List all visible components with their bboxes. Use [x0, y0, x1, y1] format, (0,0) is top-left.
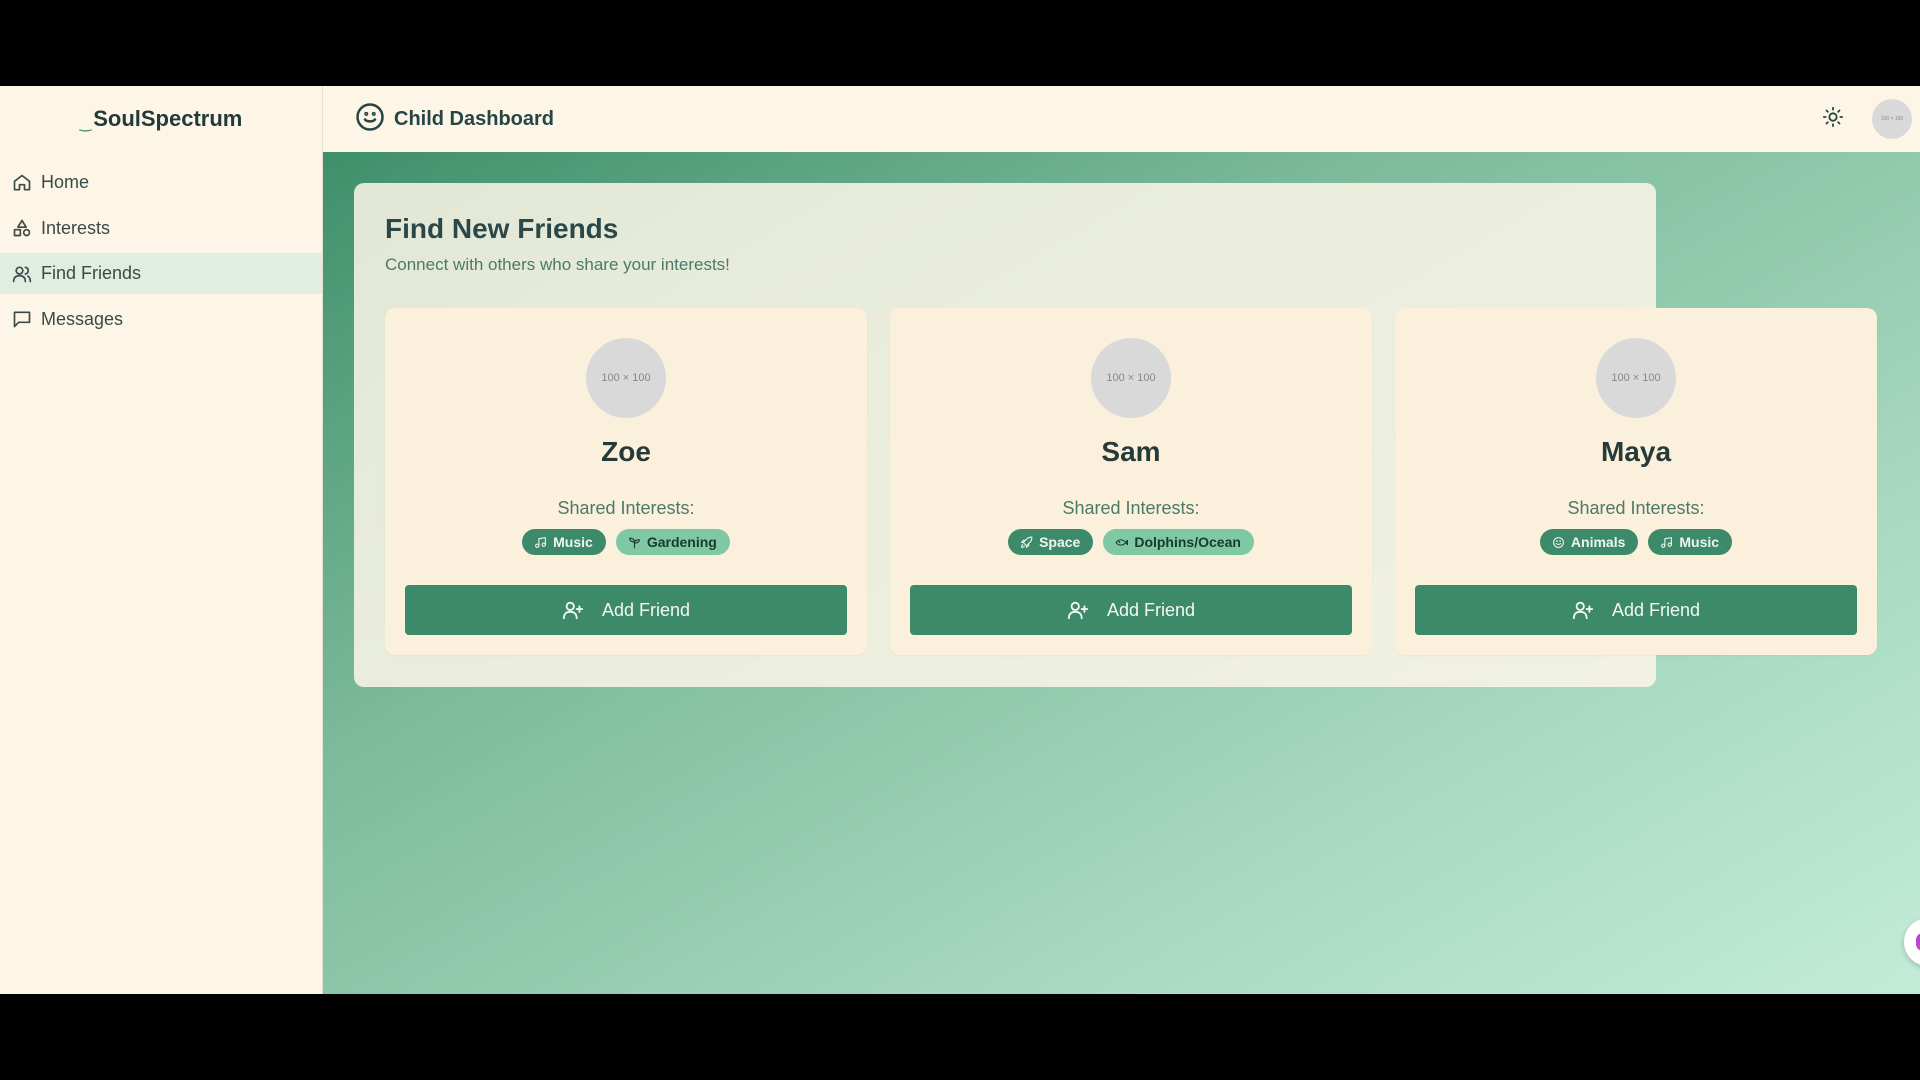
- friend-avatar: 100 × 100: [1091, 338, 1171, 418]
- smile-icon: [355, 102, 385, 137]
- assistant-bubble-icon[interactable]: [1904, 918, 1920, 966]
- page-title: Child Dashboard: [394, 107, 555, 130]
- sidebar-item-label: Interests: [41, 217, 111, 238]
- shapes-icon: [13, 219, 31, 237]
- interest-tag: Dolphins/Ocean: [1103, 529, 1254, 555]
- app-name: SoulSpectrum: [93, 106, 243, 131]
- avatar-placeholder-text: 100 × 100: [1106, 372, 1156, 384]
- shared-interests-label: Shared Interests:: [557, 498, 695, 518]
- friend-avatar: 100 × 100: [1596, 338, 1676, 418]
- avatar-placeholder-text: 100 × 100: [1611, 372, 1661, 384]
- friend-name: Sam: [1101, 436, 1161, 467]
- avatar-placeholder-text: 100 × 100: [601, 372, 651, 384]
- interest-tag: Gardening: [615, 529, 730, 555]
- add-friend-button[interactable]: Add Friend: [910, 585, 1352, 635]
- app-window: ‿ SoulSpectrum Home Interests Find Frien…: [0, 86, 1920, 994]
- user-plus-icon: [1067, 601, 1089, 620]
- interest-tags: Music Gardening: [522, 529, 730, 555]
- sidebar-item-home[interactable]: Home: [0, 162, 322, 203]
- home-icon: [13, 174, 31, 190]
- logo-mark-icon: ‿: [79, 114, 92, 131]
- sidebar-item-messages[interactable]: Messages: [0, 299, 322, 340]
- section-title: Find New Friends: [385, 213, 619, 244]
- theme-toggle-sun-icon[interactable]: [1822, 106, 1844, 133]
- users-icon: [12, 266, 32, 282]
- fish-icon: [1115, 538, 1129, 546]
- interest-tag: Space: [1008, 529, 1094, 555]
- add-friend-button[interactable]: Add Friend: [1415, 585, 1857, 635]
- shared-interests-label: Shared Interests:: [1062, 498, 1200, 518]
- interest-tag: Music: [1648, 529, 1733, 555]
- sidebar-nav: Home Interests Find Friends Messages: [0, 162, 322, 340]
- user-avatar[interactable]: 100 × 100: [1872, 99, 1912, 139]
- friend-card: 100 × 100 Maya Shared Interests: Animals: [1395, 308, 1877, 655]
- user-plus-icon: [1572, 601, 1594, 620]
- add-friend-button[interactable]: Add Friend: [405, 585, 847, 635]
- rocket-icon: [1021, 536, 1033, 548]
- logo[interactable]: ‿ SoulSpectrum: [0, 86, 322, 152]
- find-friends-panel: Find New Friends Connect with others who…: [354, 183, 1877, 687]
- interest-tags: Animals Music: [1539, 529, 1733, 555]
- interest-tag: Animals: [1539, 529, 1639, 555]
- user-plus-icon: [562, 601, 584, 620]
- friend-card: 100 × 100 Zoe Shared Interests: Music Ga…: [385, 308, 867, 655]
- topbar: Child Dashboard 100 × 100: [323, 86, 1920, 152]
- sidebar-item-label: Messages: [41, 308, 124, 329]
- sidebar: ‿ SoulSpectrum Home Interests Find Frien…: [0, 86, 323, 994]
- main-area: Child Dashboard 100 × 100 Find New Frien…: [323, 86, 1920, 994]
- shared-interests-label: Shared Interests:: [1567, 498, 1705, 518]
- interest-tags: Space Dolphins/Ocean: [1008, 529, 1254, 555]
- friend-name: Zoe: [601, 436, 651, 467]
- friend-cards: 100 × 100 Zoe Shared Interests: Music Ga…: [385, 308, 1877, 655]
- sidebar-item-find-friends[interactable]: Find Friends: [0, 253, 322, 294]
- sidebar-item-interests[interactable]: Interests: [0, 208, 322, 249]
- friend-card: 100 × 100 Sam Shared Interests: Space Do…: [890, 308, 1372, 655]
- sprout-icon: [628, 537, 640, 548]
- avatar-placeholder-text: 100 × 100: [1880, 116, 1904, 122]
- music-note-icon: [535, 536, 547, 548]
- paw-icon: [1553, 536, 1564, 548]
- sidebar-item-label: Home: [41, 172, 90, 192]
- content-area: Find New Friends Connect with others who…: [323, 152, 1920, 994]
- sidebar-item-label: Find Friends: [41, 263, 142, 283]
- friend-name: Maya: [1600, 436, 1672, 467]
- message-square-icon: [13, 311, 31, 328]
- interest-tag: Music: [522, 529, 606, 555]
- friend-avatar: 100 × 100: [586, 338, 666, 418]
- section-subtitle: Connect with others who share your inter…: [385, 255, 730, 274]
- music-note-icon: [1661, 536, 1673, 548]
